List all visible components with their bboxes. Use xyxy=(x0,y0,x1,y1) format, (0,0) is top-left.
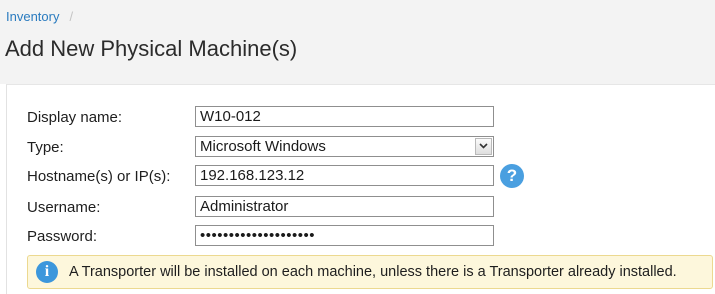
type-select-dropdown-button[interactable] xyxy=(475,138,492,155)
question-icon[interactable]: ? xyxy=(500,164,524,188)
chevron-down-icon xyxy=(479,143,488,149)
info-notice-text: A Transporter will be installed on each … xyxy=(69,264,677,280)
info-icon: i xyxy=(36,261,58,283)
username-input[interactable] xyxy=(195,196,494,217)
page-header: Inventory / Add New Physical Machine(s) xyxy=(0,0,715,84)
password-input[interactable] xyxy=(195,225,494,246)
info-notice: i A Transporter will be installed on eac… xyxy=(27,255,713,289)
type-select[interactable]: Microsoft Windows xyxy=(195,136,494,157)
display-name-label: Display name: xyxy=(27,109,123,126)
hostname-label: Hostname(s) or IP(s): xyxy=(27,168,171,185)
password-label: Password: xyxy=(27,228,98,245)
type-select-value: Microsoft Windows xyxy=(200,138,326,155)
type-label: Type: xyxy=(27,139,64,156)
page-title: Add New Physical Machine(s) xyxy=(5,36,298,61)
page: Inventory / Add New Physical Machine(s) D… xyxy=(0,0,715,294)
breadcrumb: Inventory / xyxy=(6,9,73,24)
hostname-input[interactable] xyxy=(195,165,494,186)
breadcrumb-inventory-link[interactable]: Inventory xyxy=(6,9,59,24)
breadcrumb-separator: / xyxy=(69,9,74,24)
display-name-input[interactable] xyxy=(195,106,494,127)
username-label: Username: xyxy=(27,199,101,216)
